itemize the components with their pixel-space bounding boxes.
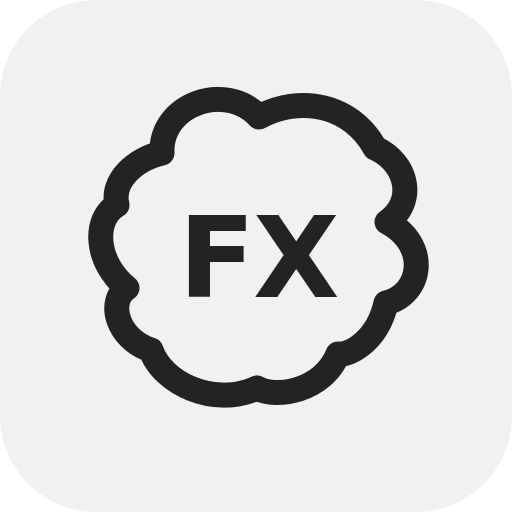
app-icon: FX [0, 0, 512, 512]
fx-label: FX [179, 194, 339, 324]
app-icon-graphic: FX [0, 0, 512, 512]
